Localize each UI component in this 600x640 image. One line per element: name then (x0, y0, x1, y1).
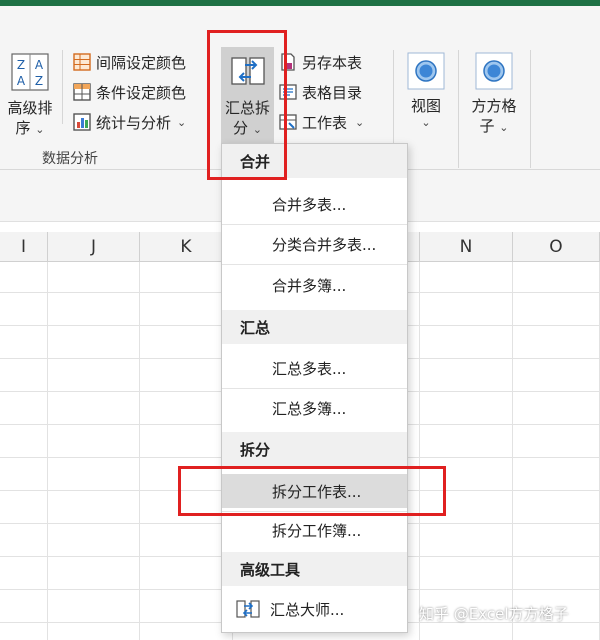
menu-item-summary-master[interactable]: 汇总大师... (222, 592, 407, 626)
group-label-data-analysis: 数据分析 (42, 151, 98, 167)
summary-split-label-1: 汇总拆 (224, 99, 270, 117)
table-catalog-button[interactable]: 表格目录 (278, 79, 362, 105)
interval-color-button[interactable]: 间隔设定颜色 (72, 49, 186, 75)
column-header[interactable]: N (420, 232, 513, 262)
table-grid-icon (72, 82, 92, 102)
grid-column-line (139, 262, 140, 640)
condition-color-button[interactable]: 条件设定颜色 (72, 79, 186, 105)
grid-column-line (47, 262, 48, 640)
svg-text:Z: Z (35, 74, 43, 88)
column-header[interactable]: O (513, 232, 600, 262)
worksheet-label: 工作表 (302, 113, 348, 132)
split-arrows-icon (230, 57, 265, 85)
save-document-icon (278, 52, 298, 72)
table-catalog-label: 表格目录 (302, 83, 363, 102)
view-button[interactable]: 视图 ⌄ (403, 52, 449, 129)
stats-analysis-label: 统计与分析 (96, 113, 172, 132)
summary-master-label: 汇总大师... (270, 600, 345, 619)
fangfang-label-2: 子 ⌄ (479, 117, 509, 135)
column-header[interactable]: I (0, 232, 48, 262)
fangfang-circle-icon (475, 52, 513, 90)
menu-section-merge: 合并 (222, 144, 407, 178)
menu-item-merge-multi-table[interactable]: 合并多表... (222, 187, 407, 221)
column-header[interactable]: K (140, 232, 233, 262)
stats-icon (72, 112, 92, 132)
fangfang-label-1: 方方格 (471, 97, 517, 115)
chevron-down-icon: ⌄ (421, 116, 431, 129)
menu-item-category-merge[interactable]: 分类合并多表... (222, 227, 407, 261)
worksheet-icon (278, 112, 298, 132)
save-table-button[interactable]: 另存本表 (278, 49, 362, 75)
svg-text:Z: Z (17, 58, 25, 72)
advanced-sort-button[interactable]: Z A A Z 高级排 序 ⌄ (4, 52, 56, 140)
menu-divider (222, 388, 407, 389)
condition-color-label: 条件设定颜色 (96, 83, 187, 102)
ribbon-separator (458, 50, 459, 168)
chevron-down-icon: ⌄ (355, 115, 365, 129)
catalog-icon (278, 82, 298, 102)
menu-divider (222, 264, 407, 265)
summary-split-label-2: 分 ⌄ (232, 119, 262, 137)
interval-color-label: 间隔设定颜色 (96, 53, 187, 72)
stats-analysis-button[interactable]: 统计与分析 ⌄ (72, 109, 186, 135)
view-circle-icon (407, 52, 445, 90)
chevron-down-icon: ⌄ (35, 123, 45, 136)
column-header[interactable]: J (48, 232, 140, 262)
menu-item-merge-multi-book[interactable]: 合并多簿... (222, 268, 407, 302)
watermark-text: 知乎 @Excel方方格子 (419, 605, 569, 623)
worksheet-button[interactable]: 工作表 ⌄ (278, 109, 364, 135)
table-grid-orange-icon (72, 52, 92, 72)
summary-split-dropdown-menu: 合并 合并多表... 分类合并多表... 合并多簿... 汇总 汇总多表... … (221, 143, 408, 633)
fangfang-button[interactable]: 方方格 子 ⌄ (468, 52, 520, 138)
menu-item-split-worksheet[interactable]: 拆分工作表... (222, 474, 407, 508)
grid-column-line (512, 262, 513, 640)
menu-section-split: 拆分 (222, 432, 407, 466)
chevron-down-icon: ⌄ (177, 115, 187, 129)
grid-column-line (419, 262, 420, 640)
sort-az-icon: Z A A Z (11, 53, 49, 91)
chevron-down-icon: ⌄ (252, 123, 262, 136)
advanced-sort-label-2: 序 ⌄ (15, 119, 45, 137)
chevron-down-icon: ⌄ (499, 121, 509, 134)
menu-divider (222, 224, 407, 225)
view-label: 视图 (410, 97, 441, 115)
menu-item-summary-multi-table[interactable]: 汇总多表... (222, 351, 407, 385)
menu-item-split-workbook[interactable]: 拆分工作簿... (222, 513, 407, 547)
menu-divider (222, 511, 407, 512)
svg-text:A: A (35, 58, 44, 72)
ribbon-separator (62, 50, 63, 124)
save-table-label: 另存本表 (302, 53, 363, 72)
summary-split-button[interactable]: 汇总拆 分 ⌄ (221, 52, 274, 140)
advanced-sort-label-1: 高级排 (7, 99, 53, 117)
menu-item-summary-multi-book[interactable]: 汇总多簿... (222, 391, 407, 425)
menu-section-summary: 汇总 (222, 310, 407, 344)
summary-master-icon (236, 600, 260, 618)
ribbon-separator (530, 50, 531, 168)
svg-text:A: A (17, 74, 26, 88)
menu-section-advanced: 高级工具 (222, 552, 407, 586)
